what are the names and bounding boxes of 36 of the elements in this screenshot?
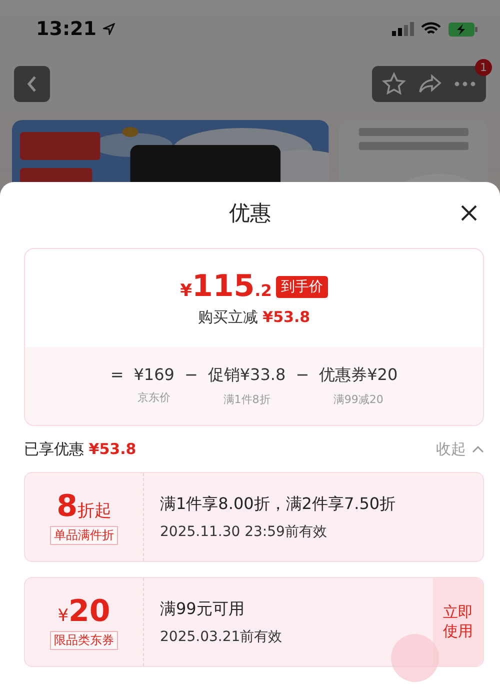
location-arrow-icon <box>103 23 116 35</box>
star-icon[interactable] <box>382 72 406 96</box>
more-icon[interactable] <box>454 81 476 87</box>
operator-sign: − <box>296 365 310 384</box>
formula-term: 优惠券¥20 <box>319 365 398 386</box>
operator-sign: − <box>184 365 198 384</box>
coupon-amount: ¥20 <box>58 594 110 629</box>
discount-amount: 8折起 <box>56 489 112 524</box>
back-icon <box>25 74 39 94</box>
notification-badge: 1 <box>475 59 492 76</box>
term-note: 满1件8折 <box>223 392 270 407</box>
offer-validity: 2025.11.30 23:59前有效 <box>160 522 328 540</box>
term-note: 满99减20 <box>333 392 384 407</box>
saving-text: 购买立减 ¥53.8 <box>198 308 310 327</box>
use-now-button[interactable]: 立即使用 <box>433 578 483 666</box>
offer-condition: 满1件享8.00折，满2件享7.50折 <box>160 494 397 514</box>
collapse-toggle[interactable]: 收起 <box>436 440 484 458</box>
offer-tag: 单品满件折 <box>50 526 118 545</box>
chevron-up-icon <box>472 445 484 453</box>
enjoyed-discount: 已享优惠 ¥53.8 <box>24 440 136 458</box>
formula-term: ¥169 <box>134 365 174 384</box>
battery-icon <box>448 22 478 36</box>
final-price: ¥115.2 <box>180 269 272 304</box>
offer-tag: 限品类东券 <box>50 631 118 650</box>
close-icon[interactable] <box>460 204 478 222</box>
offer-condition: 满99元可用 <box>160 598 246 620</box>
operator-sign: = <box>110 365 124 384</box>
sheet-title: 优惠 <box>229 200 271 227</box>
term-note: 京东价 <box>138 390 171 405</box>
price-tag: 到手价 <box>276 276 328 298</box>
status-time: 13:21 <box>36 18 96 40</box>
back-button[interactable] <box>14 66 50 102</box>
wifi-icon <box>421 22 441 36</box>
signal-icon <box>392 22 414 36</box>
formula-term: 促销¥33.8 <box>208 365 286 386</box>
offer-validity: 2025.03.21前有效 <box>160 628 284 646</box>
